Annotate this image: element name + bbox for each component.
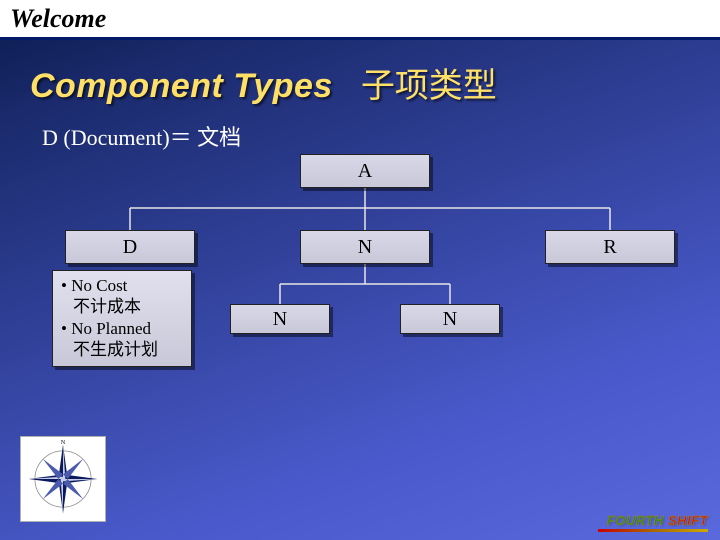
tree-node-n: N [300, 230, 430, 264]
footer-underline [598, 529, 708, 532]
node-label: R [603, 236, 616, 258]
welcome-bar: Welcome [0, 0, 720, 40]
bullet-1-en: • No Cost [61, 275, 183, 296]
brand-part-a: FOURTH [607, 513, 664, 528]
tree-node-n-child-right: N [400, 304, 500, 334]
compass-icon: N [20, 436, 106, 522]
node-label: A [358, 160, 372, 182]
subtitle-text: D (Document)＝ 文档 [42, 120, 241, 152]
tree-node-d: D [65, 230, 195, 264]
node-label: N [358, 236, 372, 258]
node-label: N [273, 308, 287, 330]
slide-title: Component Types 子项类型 [30, 58, 497, 107]
annotation-box: • No Cost 不计成本 • No Planned 不生成计划 [52, 270, 192, 367]
bullet-1-zh: 不计成本 [61, 296, 183, 317]
bullet-2-en: • No Planned [61, 318, 183, 339]
svg-text:N: N [61, 440, 66, 446]
node-label: N [443, 308, 457, 330]
title-english: Component Types [30, 67, 333, 106]
bullet-2-zh: 不生成计划 [61, 339, 183, 360]
node-label: D [123, 236, 137, 258]
tree-node-n-child-left: N [230, 304, 330, 334]
brand-part-b: SHIFT [664, 513, 708, 528]
footer-brand: FOURTH SHIFT [607, 513, 708, 528]
title-chinese: 子项类型 [361, 58, 497, 107]
tree-node-r: R [545, 230, 675, 264]
welcome-text: Welcome [0, 4, 106, 33]
tree-node-root: A [300, 154, 430, 188]
